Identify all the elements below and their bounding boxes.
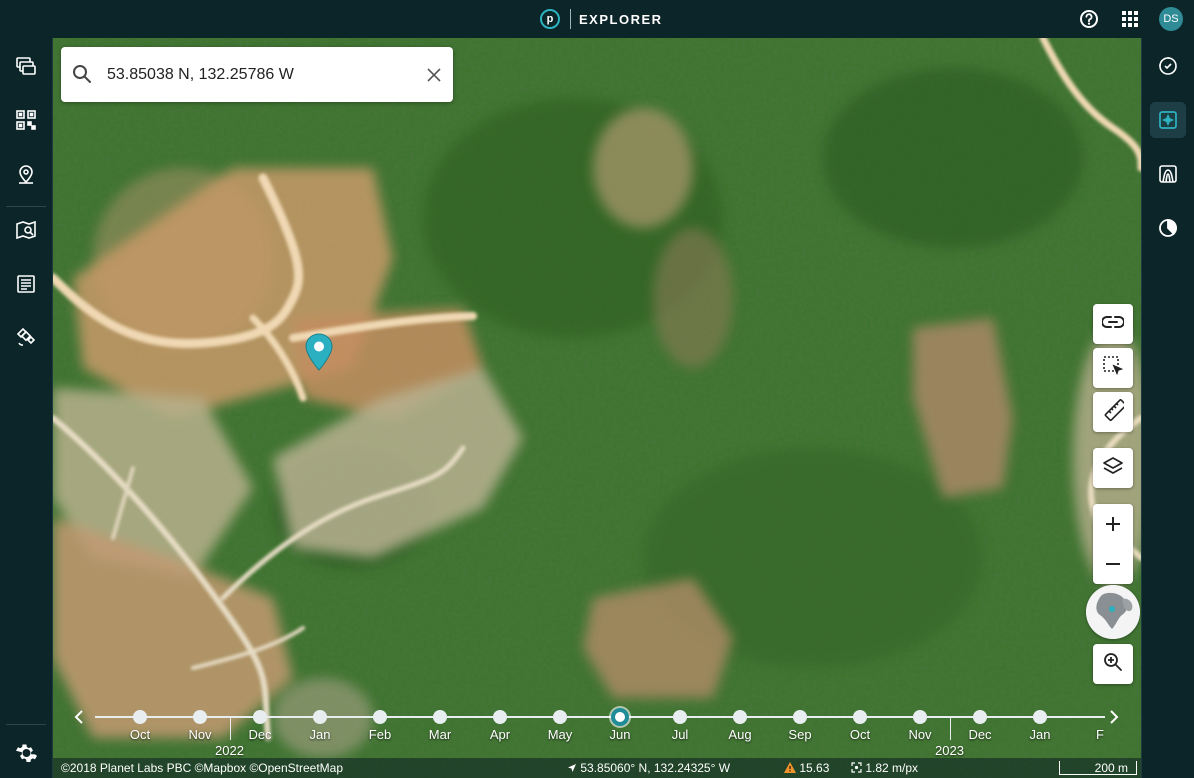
timeline-dot[interactable] — [313, 710, 327, 724]
search-icon — [72, 64, 92, 89]
timeline-dot[interactable] — [673, 710, 687, 724]
brand[interactable]: p EXPLORER — [540, 8, 663, 30]
timeline-month-label[interactable]: Oct — [835, 727, 885, 742]
user-avatar[interactable]: DS — [1159, 7, 1183, 31]
timeline-year-marker — [950, 718, 951, 740]
attribution-text: ©2018 Planet Labs PBC ©Mapbox ©OpenStree… — [61, 761, 344, 775]
top-bar: p EXPLORER DS — [0, 0, 1194, 38]
timeline-month-label[interactable]: Mar — [415, 727, 465, 742]
timeline-month-label[interactable]: Jan — [1015, 727, 1065, 742]
zoom-magnifier-icon — [1103, 652, 1123, 677]
timeline-dot[interactable] — [373, 710, 387, 724]
help-icon[interactable] — [1078, 8, 1100, 30]
globe-overview-icon[interactable] — [1086, 585, 1140, 639]
brand-divider — [570, 9, 571, 29]
timeline-dot[interactable] — [853, 710, 867, 724]
navigation-arrow-icon — [568, 764, 576, 772]
zoom-to-location-button[interactable] — [1093, 644, 1133, 684]
resolution-readout: 1.82 m/px — [851, 761, 918, 775]
timeline-dot[interactable] — [793, 710, 807, 724]
timeline-prev-icon[interactable] — [70, 708, 88, 726]
timeline-month-label[interactable]: May — [535, 727, 585, 742]
measure-button[interactable] — [1093, 392, 1133, 432]
sidebar-divider — [6, 206, 46, 207]
layers-button[interactable] — [1093, 448, 1133, 488]
elevation-icon[interactable] — [1150, 156, 1186, 192]
timeline-year-marker — [230, 718, 231, 740]
share-link-button[interactable] — [1093, 304, 1133, 344]
timeline-month-label[interactable]: Jan — [295, 727, 345, 742]
zoom-out-button[interactable] — [1093, 544, 1133, 584]
zoom-in-button[interactable] — [1093, 504, 1133, 544]
apps-grid-icon[interactable] — [1119, 8, 1141, 30]
timeline-selected-dot[interactable] — [611, 708, 629, 726]
timeline-month-label[interactable]: Dec — [955, 727, 1005, 742]
timeline-month-label[interactable]: Nov — [175, 727, 225, 742]
map-imagery — [53, 38, 1141, 778]
clear-search-icon[interactable] — [424, 65, 444, 85]
planet-logo-icon: p — [540, 9, 560, 29]
timeline-year-label: 2022 — [215, 743, 244, 758]
app-title: EXPLORER — [579, 11, 663, 27]
cursor-coords: 53.85060° N, 132.24325° W — [580, 761, 731, 775]
timeline-dot[interactable] — [493, 710, 507, 724]
select-area-icon — [1102, 355, 1124, 382]
timeline-month-label[interactable]: Apr — [475, 727, 525, 742]
timeline-dot[interactable] — [913, 710, 927, 724]
map-explore-icon[interactable] — [8, 212, 44, 248]
ruler-icon — [1102, 398, 1127, 426]
timeline-month-label[interactable]: Feb — [355, 727, 405, 742]
link-icon — [1101, 315, 1125, 334]
timeline-dot[interactable] — [1033, 710, 1047, 724]
cursor-location: 53.85060° N, 132.24325° W — [567, 761, 730, 775]
settings-gear-icon[interactable] — [8, 735, 44, 771]
left-sidebar — [0, 38, 53, 778]
draw-area-button[interactable] — [1093, 348, 1133, 388]
timeline-month-label[interactable]: Jul — [655, 727, 705, 742]
timeline-month-label[interactable]: Oct — [115, 727, 165, 742]
warning-triangle-icon — [784, 762, 796, 773]
sidebar-divider — [6, 724, 46, 725]
notes-list-icon[interactable] — [8, 266, 44, 302]
timeline-dot[interactable] — [733, 710, 747, 724]
search-input[interactable] — [107, 61, 407, 89]
timeline-month-label[interactable]: Nov — [895, 727, 945, 742]
satellite-icon[interactable] — [8, 318, 44, 354]
resolution-icon — [851, 762, 862, 773]
zoom-controls — [1093, 504, 1133, 584]
search-box — [61, 47, 453, 102]
timeline-dot[interactable] — [193, 710, 207, 724]
timeline-dot[interactable] — [433, 710, 447, 724]
timeline-month-label[interactable]: Jun — [595, 727, 645, 742]
timeline-month-label[interactable]: Sep — [775, 727, 825, 742]
timeline-month-label[interactable]: Aug — [715, 727, 765, 742]
layers-icon — [1102, 455, 1124, 482]
scale-bar: 200 m — [1059, 761, 1137, 775]
time-lapse-icon[interactable] — [1150, 210, 1186, 246]
warning-readout: 15.63 — [784, 761, 829, 775]
timeline-dot[interactable] — [553, 710, 567, 724]
timeline-dot[interactable] — [973, 710, 987, 724]
warning-value: 15.63 — [799, 761, 830, 775]
timeline-dot[interactable] — [253, 710, 267, 724]
map-footer: ©2018 Planet Labs PBC ©Mapbox ©OpenStree… — [53, 758, 1141, 778]
timeline-dot[interactable] — [133, 710, 147, 724]
satellite-map[interactable] — [53, 38, 1141, 778]
analytics-icon[interactable] — [1150, 102, 1186, 138]
places-pin-icon[interactable] — [8, 156, 44, 192]
resolution-value: 1.82 m/px — [865, 761, 919, 775]
right-sidebar — [1141, 38, 1194, 778]
timeline-year-label: 2023 — [935, 743, 964, 758]
timeline-month-label[interactable]: F — [1075, 727, 1125, 742]
mosaic-grid-icon[interactable] — [8, 102, 44, 138]
timeline: Oct Nov Dec Jan Feb Mar Apr May Jun Jul Aug Sep Oct N… — [53, 700, 1141, 758]
timeline-next-icon[interactable] — [1105, 708, 1123, 726]
compare-icon[interactable] — [1150, 48, 1186, 84]
app-window: p EXPLORER DS 53.85038 N, 132.25786 W Oc… — [0, 0, 1194, 778]
timeline-month-label[interactable]: Dec — [235, 727, 285, 742]
layers-stack-icon[interactable] — [8, 48, 44, 84]
timeline-track — [95, 716, 1105, 718]
